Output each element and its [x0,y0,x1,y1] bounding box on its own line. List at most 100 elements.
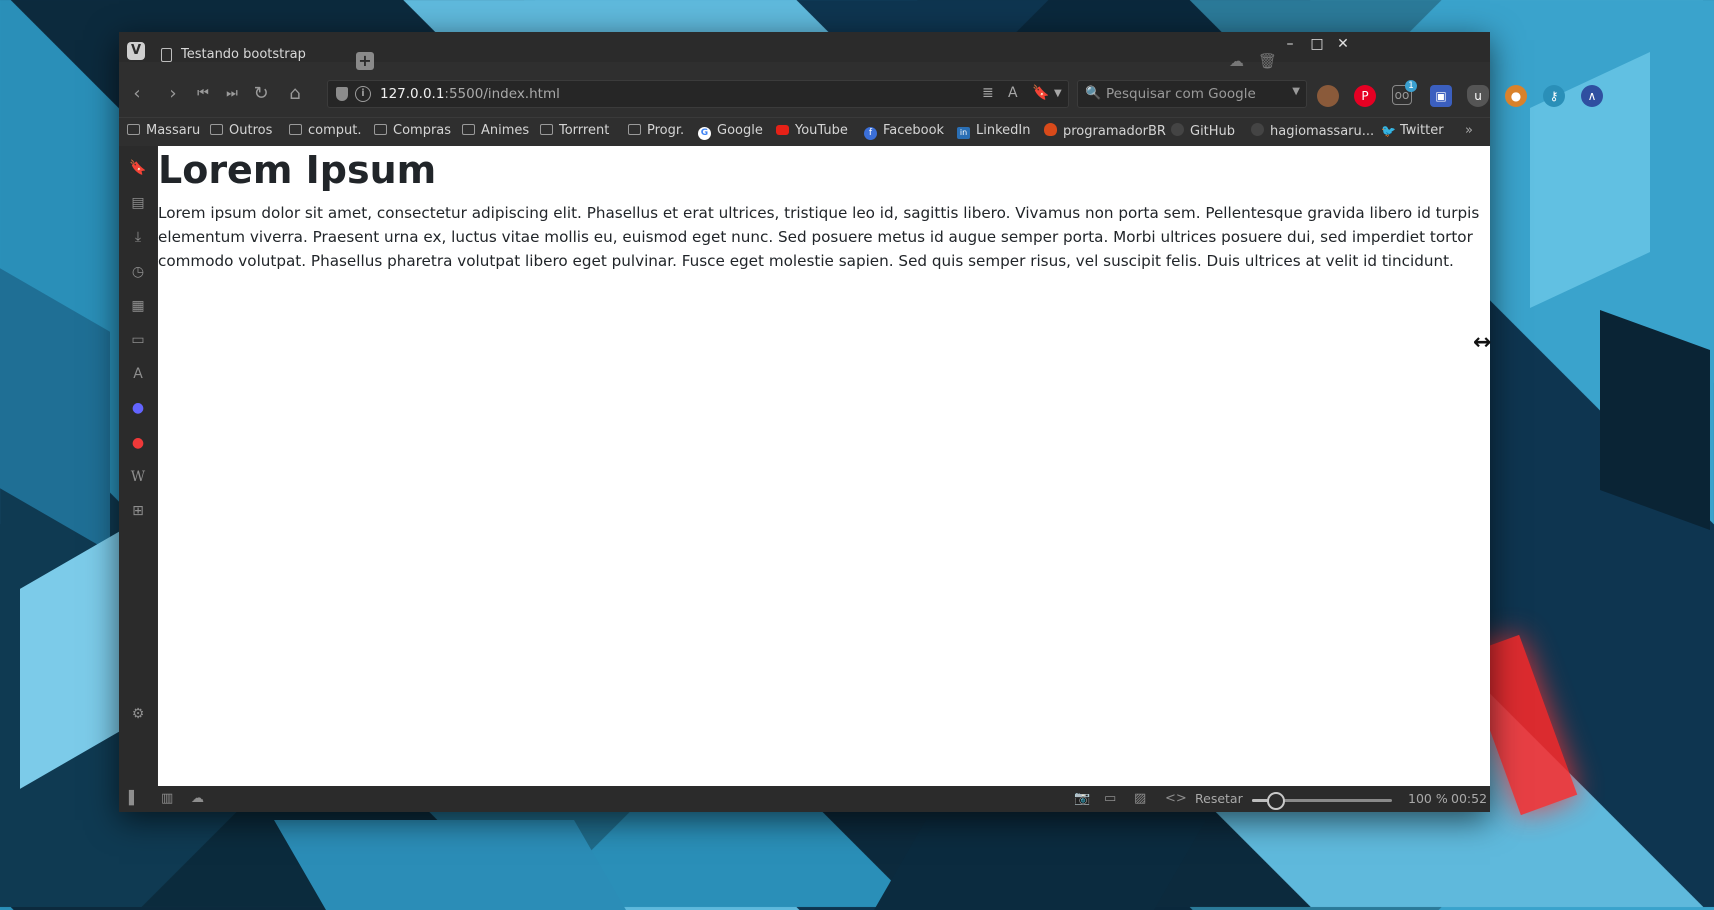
wallpaper-shape [0,268,110,552]
settings-gear-icon[interactable]: ⚙ [128,704,148,724]
vivaldi-social-icon[interactable]: ● [128,433,148,453]
bookmark-folder-outros[interactable]: Outros [210,123,272,138]
notes-icon[interactable]: ▦ [128,296,148,316]
search-icon: 🔍 [1085,86,1102,101]
dropdown-icon[interactable]: ▼ [1054,88,1062,99]
bookmarks-panel-icon[interactable]: 🔖 [128,158,148,178]
twitter-icon: 🐦 [1381,124,1396,138]
sync-cloud-icon[interactable]: ☁ [191,791,204,806]
mountain-extension-icon[interactable]: ∧ [1581,85,1603,107]
bookmark-linkedin[interactable]: in LinkedIn [957,123,1030,139]
wallpaper-shape [274,820,626,910]
trash-icon[interactable]: 🗑 [1258,52,1277,70]
address-bar[interactable]: i 127.0.0.1:5500/index.html ≣ A 🔖 ▼ [327,80,1069,108]
more-bookmarks-chevron-icon[interactable]: » [1465,123,1473,138]
maximize-button[interactable]: □ [1306,36,1328,52]
shield-icon[interactable] [336,87,348,101]
search-engine-dropdown-icon[interactable]: ▼ [1292,86,1300,97]
key-extension-icon[interactable]: ⚷ [1543,85,1565,107]
web-page-content: Lorem Ipsum Lorem ipsum dolor sit amet, … [158,146,1490,786]
new-tab-button[interactable]: + [356,52,374,70]
bookmark-page-icon[interactable]: 🔖 [1032,85,1049,101]
zoom-level: 100 % [1408,791,1448,806]
tab-testando-bootstrap[interactable]: Testando bootstrap [151,42,329,68]
bookmark-folder-animes[interactable]: Animes [462,123,529,138]
page-paragraph: Lorem ipsum dolor sit amet, consectetur … [158,204,1480,270]
search-input[interactable] [1104,85,1278,103]
downloads-icon[interactable]: ⤓ [128,227,148,247]
bookmark-hagiomassaru[interactable]: hagiomassaru... [1251,123,1374,139]
panel-toggle-icon[interactable]: ▌ [129,791,139,806]
zoom-slider[interactable] [1252,792,1392,810]
avatar-extension-icon[interactable] [1317,85,1339,107]
title-bar: V Testando bootstrap + ☁ 🗑 – □ ✕ [119,32,1490,70]
ublock-origin-icon[interactable]: u [1467,85,1489,107]
folder-icon [289,124,302,135]
cloud-icon[interactable]: ☁ [1229,52,1244,70]
vivaldi-logo-icon[interactable]: V [127,42,145,60]
side-panel: 🔖 ▤ ⤓ ◷ ▦ ▭ A ● ● W ⊞ ⚙ [119,146,157,786]
tiling-icon[interactable]: ▭ [1104,791,1116,806]
pinterest-icon[interactable]: P [1354,85,1376,107]
close-button[interactable]: ✕ [1332,36,1354,52]
bookmarks-bar: Massaru Outros comput. Compras Animes To… [119,117,1490,146]
page-actions-code-icon[interactable]: <> [1165,791,1187,806]
fast-forward-button[interactable]: ⏭ [220,82,244,106]
zoom-reset-button[interactable]: Resetar [1195,791,1243,806]
folder-icon [210,124,223,135]
bookmark-twitter[interactable]: 🐦 Twitter [1381,123,1444,138]
forward-button[interactable]: › [161,82,185,106]
bookmark-github[interactable]: GitHub [1171,123,1235,139]
clock: 00:52 [1451,791,1488,806]
page-heading: Lorem Ipsum [158,148,437,192]
bookmark-icon [127,124,140,135]
wikipedia-icon[interactable]: W [128,467,148,487]
window-panel-icon[interactable]: ▭ [128,330,148,350]
privacy-badger-icon[interactable]: ▣ [1430,85,1452,107]
bookmark-programadorbr[interactable]: programadorBR [1044,123,1166,139]
folder-icon [374,124,387,135]
wallpaper-shape [1600,309,1710,531]
rewind-button[interactable]: ⏮ [191,82,215,106]
url-text[interactable]: 127.0.0.1:5500/index.html [380,86,560,102]
facebook-icon: f [864,127,877,140]
browser-window: V Testando bootstrap + ☁ 🗑 – □ ✕ ‹ › ⏮ ⏭… [119,32,1603,812]
cookie-extension-icon[interactable]: ● [1505,85,1527,107]
page-icon [161,48,172,62]
search-box[interactable]: 🔍 ▼ [1077,80,1307,108]
github-icon [1251,123,1264,136]
info-icon[interactable]: i [355,86,371,102]
wallpaper-shape [20,531,120,789]
reading-list-icon[interactable]: ▤ [128,193,148,213]
add-web-panel-icon[interactable]: ⊞ [128,501,148,521]
wallpaper-shape [874,820,1206,910]
resize-cursor-icon: ↔ [1473,330,1492,355]
translate-icon[interactable]: A [1008,85,1018,101]
bookmark-facebook[interactable]: f Facebook [864,123,944,140]
bookmark-folder-comput[interactable]: comput. [289,123,362,138]
google-icon: G [698,127,711,140]
bookmark-youtube[interactable]: YouTube [776,123,848,138]
mastodon-icon[interactable]: ● [128,398,148,418]
github-icon [1171,123,1184,136]
youtube-icon [776,125,789,135]
reload-button[interactable]: ↻ [249,82,273,106]
reader-view-icon[interactable]: ≣ [982,85,994,101]
folder-icon [462,124,475,135]
tile-tabs-icon[interactable]: ▥ [161,791,173,806]
bookmark-massaru[interactable]: Massaru [127,123,200,138]
history-icon[interactable]: ◷ [128,262,148,282]
bookmark-folder-progr[interactable]: Progr. [628,123,684,138]
extension-badge: 1 [1405,80,1417,92]
folder-icon [540,124,553,135]
bookmark-google[interactable]: G Google [698,123,763,140]
zoom-slider-thumb[interactable] [1266,792,1285,810]
translate-panel-icon[interactable]: A [128,364,148,384]
minimize-button[interactable]: – [1279,36,1301,52]
home-button[interactable]: ⌂ [283,82,307,106]
bookmark-folder-compras[interactable]: Compras [374,123,451,138]
back-button[interactable]: ‹ [125,82,149,106]
bookmark-folder-torrrent[interactable]: Torrrent [540,123,609,138]
image-toggle-icon[interactable]: ▨ [1134,791,1146,806]
capture-camera-icon[interactable]: 📷 [1074,791,1090,806]
